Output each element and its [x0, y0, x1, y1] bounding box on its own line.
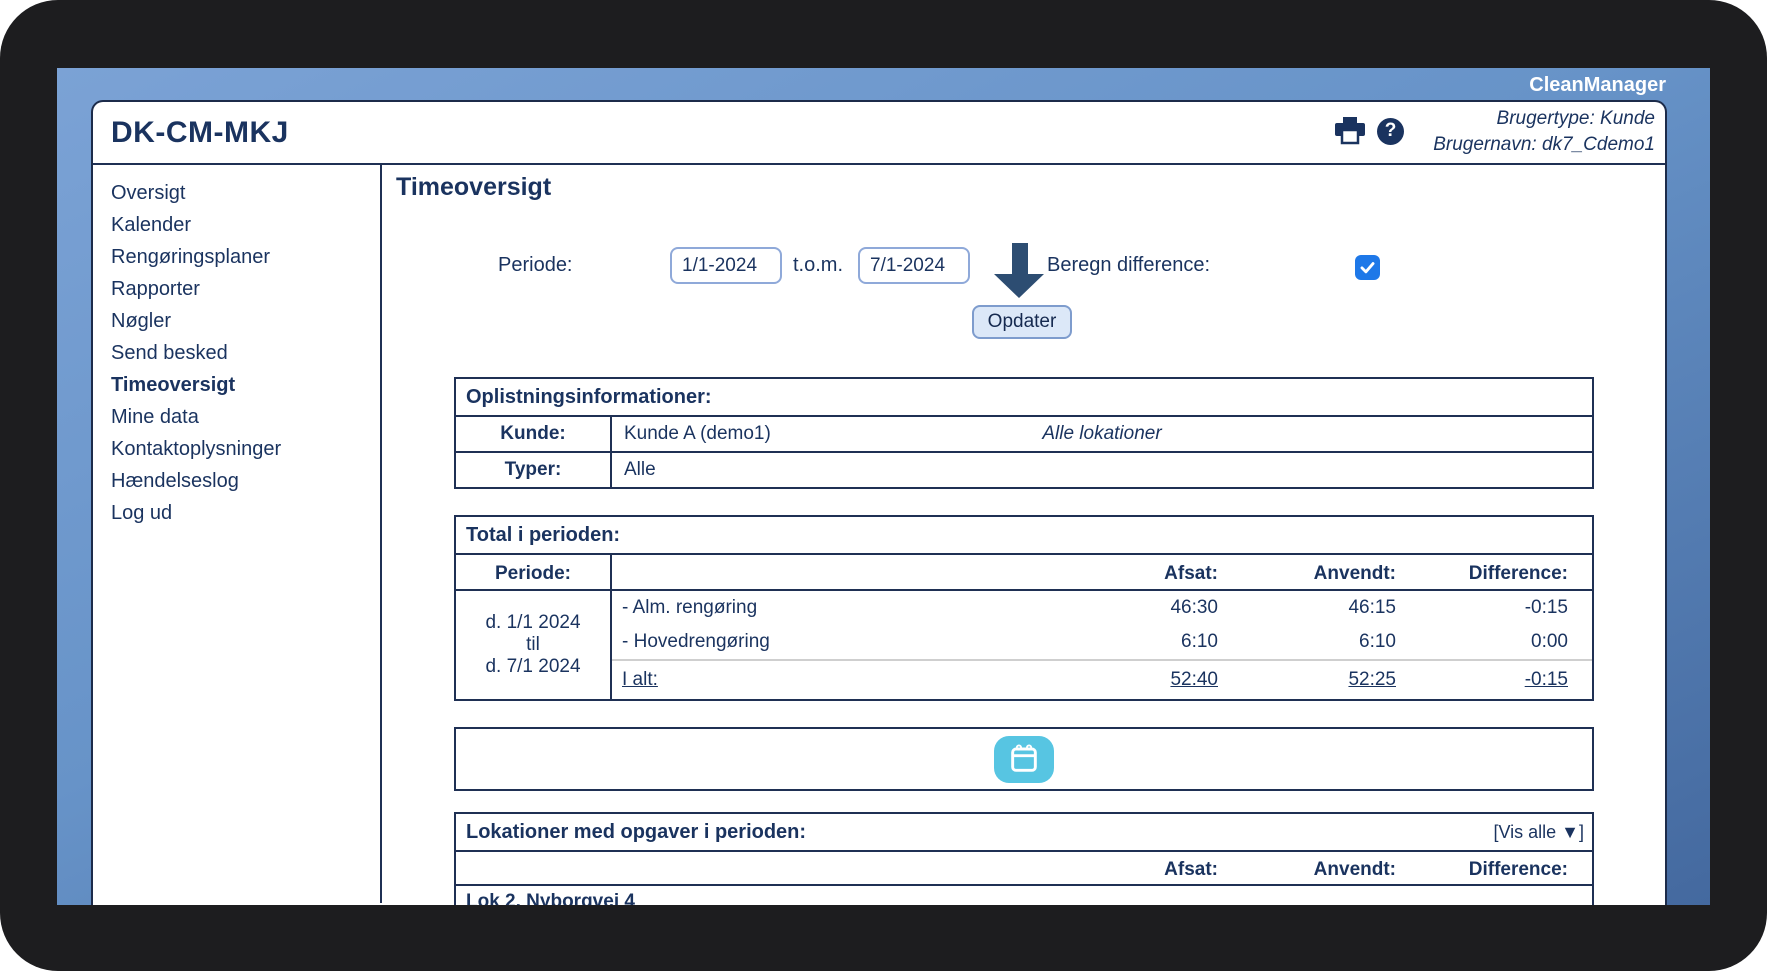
anvendt-column-header: Anvendt:: [1313, 859, 1396, 880]
typer-value-cell: Alle: [612, 453, 1592, 487]
period-range-cell: d. 1/1 2024 til d. 7/1 2024: [456, 591, 612, 699]
total-table-body: d. 1/1 2024 til d. 7/1 2024 - Alm. rengø…: [456, 591, 1592, 699]
difference-value: -0:15: [1524, 597, 1568, 618]
sidebar-item-oversigt[interactable]: Oversigt: [111, 177, 380, 209]
locations-table-title: Lokationer med opgaver i perioden:: [466, 821, 807, 843]
table-row: - Alm. rengøring 46:30 46:15 -0:15: [612, 591, 1592, 625]
help-icon[interactable]: ?: [1377, 117, 1404, 145]
user-type: Brugertype: Kunde: [1496, 108, 1655, 129]
beregn-difference-label: Beregn difference:: [1047, 254, 1211, 276]
lokationer-note: Alle lokationer: [1042, 423, 1162, 444]
sidebar-item-kontaktoplysninger[interactable]: Kontaktoplysninger: [111, 433, 380, 465]
sidebar-item-timeoversigt[interactable]: Timeoversigt: [111, 369, 380, 401]
afsat-column-header: Afsat:: [1164, 563, 1218, 584]
kunde-value-cell: Kunde A (demo1) Alle lokationer: [612, 417, 1592, 451]
page-title: Timeoversigt: [396, 173, 552, 201]
table-row: Typer: Alle: [456, 451, 1592, 487]
location-row: Lok 2, Nyborgvej 4: [456, 886, 1592, 905]
main-content: Timeoversigt Periode: t.o.m. Beregn diff…: [382, 165, 1665, 905]
app-window: DK-CM-MKJ ? Brugertype: Kunde Brugernavn…: [91, 100, 1667, 905]
info-table: Oplistningsinformationer: Kunde: Kunde A…: [454, 377, 1594, 489]
sidebar-item-rapporter[interactable]: Rapporter: [111, 273, 380, 305]
page-background: CleanManager DK-CM-MKJ ? Brugertype: Kun…: [57, 68, 1710, 905]
brand-text: CleanManager: [1529, 74, 1666, 96]
difference-total: -0:15: [1524, 669, 1568, 690]
vis-alle-toggle[interactable]: [Vis alle ▼]: [1493, 822, 1584, 843]
period-to-line: d. 7/1 2024: [485, 656, 581, 677]
afsat-column-header: Afsat:: [1164, 859, 1218, 880]
user-name: Brugernavn: dk7_Cdemo1: [1433, 134, 1655, 155]
total-label: I alt:: [622, 669, 658, 690]
difference-value: 0:00: [1531, 631, 1568, 652]
periode-label: Periode:: [498, 254, 573, 276]
total-row: I alt: 52:40 52:25 -0:15: [612, 659, 1592, 699]
checkmark-icon: [1360, 262, 1375, 274]
period-column-header: Periode:: [456, 555, 612, 593]
app-title: DK-CM-MKJ: [111, 116, 289, 149]
afsat-value: 6:10: [1181, 631, 1218, 652]
header-icons: ?: [1335, 117, 1404, 145]
calendar-button[interactable]: [994, 735, 1054, 783]
period-from-input[interactable]: [670, 247, 782, 284]
app-header: DK-CM-MKJ ? Brugertype: Kunde Brugernavn…: [93, 102, 1665, 165]
anvendt-value: 6:10: [1359, 631, 1396, 652]
calendar-button-box: [454, 727, 1594, 791]
difference-column-header: Difference:: [1468, 563, 1568, 584]
task-type-name: - Alm. rengøring: [622, 597, 758, 618]
calendar-icon: [1011, 744, 1037, 772]
period-to-input[interactable]: [858, 247, 970, 284]
total-table-header: Periode: Afsat: Anvendt: Difference:: [456, 553, 1592, 593]
period-til-line: til: [526, 634, 540, 655]
sidebar-item-log-ud[interactable]: Log ud: [111, 497, 380, 529]
arrow-down-icon: [994, 243, 1045, 298]
anvendt-column-header: Anvendt:: [1313, 563, 1396, 584]
sidebar-item-rengoringsplaner[interactable]: Rengøringsplaner: [111, 241, 380, 273]
locations-table: Lokationer med opgaver i perioden: [Vis …: [454, 812, 1594, 905]
user-info: Brugertype: Kunde Brugernavn: dk7_Cdemo1: [1433, 106, 1655, 158]
typer-label: Typer:: [456, 453, 612, 487]
total-table: Total i perioden: Periode: Afsat: Anvend…: [454, 515, 1594, 701]
task-type-name: - Hovedrengøring: [622, 631, 770, 652]
sidebar-item-nogler[interactable]: Nøgler: [111, 305, 380, 337]
period-from-line: d. 1/1 2024: [485, 612, 581, 633]
sidebar-item-kalender[interactable]: Kalender: [111, 209, 380, 241]
difference-column-header: Difference:: [1468, 859, 1568, 880]
beregn-difference-checkbox[interactable]: [1355, 255, 1380, 280]
range-separator-label: t.o.m.: [793, 254, 844, 276]
anvendt-total: 52:25: [1348, 669, 1396, 690]
location-name: Lok 2, Nyborgvej 4: [466, 891, 635, 905]
opdater-button[interactable]: Opdater: [972, 305, 1072, 339]
anvendt-value: 46:15: [1348, 597, 1396, 618]
total-table-title: Total i perioden:: [466, 524, 621, 546]
locations-table-header: Afsat: Anvendt: Difference:: [456, 850, 1592, 886]
locations-table-titlebar: Lokationer med opgaver i perioden: [Vis …: [456, 814, 1592, 850]
sidebar-item-mine-data[interactable]: Mine data: [111, 401, 380, 433]
sidebar: Oversigt Kalender Rengøringsplaner Rappo…: [93, 165, 380, 903]
kunde-value: Kunde A (demo1): [624, 423, 771, 444]
sidebar-item-send-besked[interactable]: Send besked: [111, 337, 380, 369]
info-table-title: Oplistningsinformationer:: [466, 386, 712, 408]
screenshot-frame: CleanManager DK-CM-MKJ ? Brugertype: Kun…: [0, 0, 1767, 971]
typer-value: Alle: [624, 459, 656, 480]
sidebar-item-haendelseslog[interactable]: Hændelseslog: [111, 465, 380, 497]
afsat-value: 46:30: [1170, 597, 1218, 618]
afsat-total: 52:40: [1170, 669, 1218, 690]
print-icon[interactable]: [1335, 117, 1365, 145]
kunde-label: Kunde:: [456, 417, 612, 451]
table-row: Kunde: Kunde A (demo1) Alle lokationer: [456, 415, 1592, 451]
table-row: - Hovedrengøring 6:10 6:10 0:00: [612, 625, 1592, 659]
